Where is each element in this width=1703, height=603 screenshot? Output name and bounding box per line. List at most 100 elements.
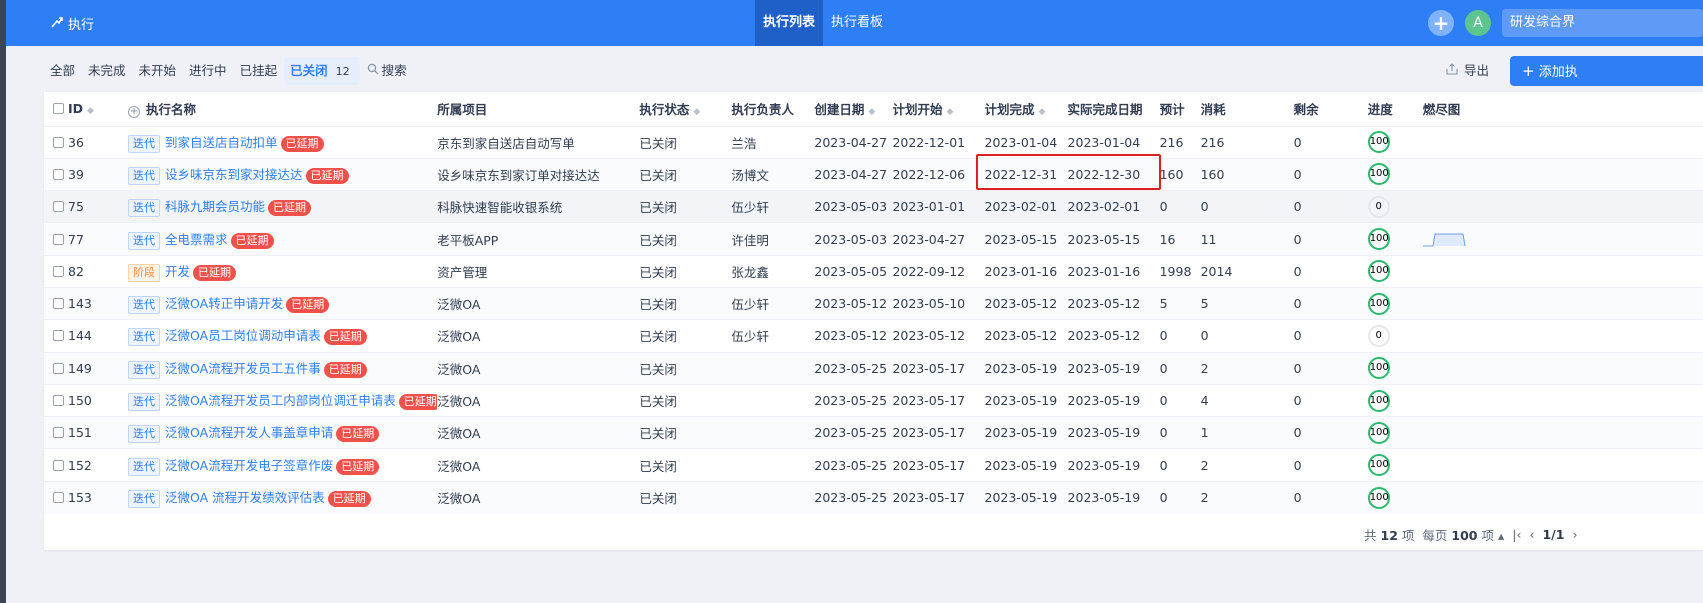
row-checkbox[interactable]	[53, 330, 64, 342]
execution-name-link[interactable]: 泛微OA 流程开发绩效评估表	[165, 490, 325, 505]
cell-burndown	[1422, 222, 1485, 256]
execution-name-link[interactable]: 到家自送店自动扣单	[165, 135, 278, 150]
table-row[interactable]: 144 迭代 泛微OA员工岗位调动申请表 已延期 泛微OA 已关闭 伍少轩 2023-05-1…	[44, 319, 1703, 353]
first-page-button[interactable]: |‹	[1512, 527, 1521, 542]
cell-created: 2023-05-12 1	[814, 319, 893, 353]
per-page-select[interactable]: 每页 100 项 ▴	[1422, 525, 1504, 544]
execution-name-link[interactable]: 泛微OA流程开发人事盖章申请	[165, 425, 333, 440]
table-row[interactable]: 150 迭代 泛微OA流程开发员工内部岗位调迁申请表 已延期 泛微OA 已关闭 2023-0…	[44, 383, 1703, 417]
row-checkbox[interactable]	[53, 265, 64, 277]
sort-icon[interactable]: ◆	[693, 107, 700, 117]
cell-estimate: 0	[1159, 448, 1201, 482]
col-project[interactable]: 所属项目	[437, 92, 639, 126]
col-left[interactable]: 剩余	[1294, 92, 1368, 126]
col-plan-start[interactable]: 计划开始 ◆	[892, 92, 984, 126]
col-burndown[interactable]: 燃尽图	[1423, 92, 1485, 126]
col-created[interactable]: 创建日期 ◆	[814, 92, 892, 126]
row-checkbox[interactable]	[53, 362, 64, 374]
cell-plan-start: 2023-05-17	[892, 416, 985, 449]
add-execution-label: 添加执	[1538, 65, 1578, 80]
execution-type-tag: 阶段	[128, 263, 161, 282]
cell-project: 泛微OA	[437, 383, 640, 417]
cell-progress: 0	[1367, 190, 1423, 223]
execution-name-link[interactable]: 泛微OA转正申请开发	[165, 296, 283, 311]
table-row[interactable]: 77 迭代 全电票需求 已延期 老平板APP 已关闭 许佳明 2023-05-03 1 2023…	[44, 222, 1703, 256]
sort-icon[interactable]: ◆	[946, 107, 953, 117]
search-button[interactable]: 搜索	[361, 57, 413, 85]
row-checkbox[interactable]	[53, 459, 64, 471]
row-checkbox[interactable]	[53, 395, 64, 407]
row-checkbox[interactable]	[53, 492, 64, 504]
execution-name-link[interactable]: 泛微OA流程开发电子签章作废	[165, 458, 333, 473]
row-checkbox[interactable]	[53, 201, 64, 213]
col-status[interactable]: 执行状态 ◆	[639, 92, 731, 126]
sort-icon[interactable]: ◆	[1039, 107, 1046, 117]
tab-execution-board[interactable]: 执行看板	[823, 0, 891, 46]
select-all-checkbox[interactable]	[53, 103, 64, 115]
execution-name-link[interactable]: 开发	[165, 264, 190, 279]
col-estimate[interactable]: 预计	[1160, 92, 1201, 126]
prev-page-button[interactable]: ‹	[1529, 527, 1534, 542]
sort-icon[interactable]: ◆	[868, 107, 875, 117]
col-actual-end[interactable]: 实际完成日期	[1068, 92, 1160, 126]
global-add-button[interactable]: +	[1428, 10, 1454, 36]
sort-icon[interactable]: ◆	[87, 106, 94, 116]
col-plan-end[interactable]: 计划完成 ◆	[985, 92, 1068, 126]
filter-suspended[interactable]: 已挂起	[234, 57, 284, 85]
export-button[interactable]: 导出	[1446, 58, 1489, 84]
cell-estimate: 0	[1159, 416, 1201, 449]
table-row[interactable]: 75 迭代 科脉九期会员功能 已延期 科脉快速智能收银系统 已关闭 伍少轩 2023-05-0…	[44, 190, 1703, 223]
table-row[interactable]: 152 迭代 泛微OA流程开发电子签章作废 已延期 泛微OA 已关闭 2023-05-25 …	[44, 448, 1703, 482]
left-edge-strip	[0, 0, 6, 603]
add-column-icon[interactable]: +	[128, 106, 141, 119]
table-row[interactable]: 143 迭代 泛微OA转正申请开发 已延期 泛微OA 已关闭 伍少轩 2023-05-12 1…	[44, 286, 1703, 320]
cell-status: 已关闭	[639, 351, 732, 385]
cell-name: 迭代 设乡味京东到家对接达达 已延期	[128, 157, 438, 191]
add-execution-button[interactable]: + 添加执	[1510, 56, 1703, 86]
table-row[interactable]: 151 迭代 泛微OA流程开发人事盖章申请 已延期 泛微OA 已关闭 2023-05-25 …	[44, 416, 1703, 449]
row-checkbox[interactable]	[53, 233, 64, 245]
col-consumed[interactable]: 消耗	[1201, 92, 1294, 126]
execution-name-link[interactable]: 科脉九期会员功能	[165, 199, 265, 214]
cell-progress: 100	[1367, 351, 1423, 385]
progress-ring: 100	[1367, 260, 1390, 283]
cell-status: 已关闭	[639, 416, 732, 449]
row-checkbox[interactable]	[53, 427, 64, 439]
cell-plan-start: 2022-12-06	[892, 157, 985, 191]
cell-actual-end: 2023-05-19	[1067, 383, 1160, 417]
col-owner[interactable]: 执行负责人	[731, 92, 814, 126]
table-row[interactable]: 149 迭代 泛微OA流程开发员工五件事 已延期 泛微OA 已关闭 2023-05-25 1…	[44, 351, 1703, 385]
avatar[interactable]: A	[1465, 10, 1491, 36]
table-row[interactable]: 82 阶段 开发 已延期 资产管理 已关闭 张龙鑫 2023-05-05 (2022-09-1…	[44, 254, 1703, 288]
tab-execution-list[interactable]: 执行列表	[755, 0, 824, 46]
table-row[interactable]: 153 迭代 泛微OA 流程开发绩效评估表 已延期 泛微OA 已关闭 2023-05-25 …	[44, 480, 1703, 514]
cell-created: 2023-05-03 1	[814, 190, 893, 223]
execution-name-link[interactable]: 设乡味京东到家对接达达	[165, 167, 303, 182]
next-page-button[interactable]: ›	[1572, 527, 1577, 542]
execution-name-link[interactable]: 泛微OA员工岗位调动申请表	[165, 328, 321, 343]
filter-unfinished[interactable]: 未完成	[82, 57, 132, 85]
execution-name-link[interactable]: 全电票需求	[165, 232, 228, 247]
delayed-badge: 已延期	[230, 232, 274, 249]
workspace-switcher[interactable]: 研发综合界	[1502, 9, 1703, 37]
row-checkbox[interactable]	[53, 298, 64, 310]
execution-name-link[interactable]: 泛微OA流程开发员工五件事	[165, 361, 321, 376]
filter-all[interactable]: 全部	[44, 57, 81, 85]
cell-name: 迭代 泛微OA员工岗位调动申请表 已延期	[128, 319, 438, 353]
filter-closed[interactable]: 已关闭 12	[284, 57, 360, 85]
execution-name-link[interactable]: 泛微OA流程开发员工内部岗位调迁申请表	[165, 393, 396, 408]
app-title[interactable]: 执行	[50, 14, 94, 33]
cell-progress: 100	[1367, 480, 1423, 514]
row-checkbox[interactable]	[53, 136, 64, 148]
cell-burndown	[1422, 254, 1485, 288]
table-row[interactable]: 39 迭代 设乡味京东到家对接达达 已延期 设乡味京东到家订单对接达达 已关闭 汤博文 202…	[44, 157, 1703, 191]
cell-name: 迭代 科脉九期会员功能 已延期	[128, 190, 438, 223]
row-checkbox[interactable]	[53, 168, 64, 180]
filter-not-started[interactable]: 未开始	[133, 57, 183, 85]
filter-in-progress[interactable]: 进行中	[183, 57, 233, 85]
cell-progress: 100	[1367, 222, 1423, 256]
col-progress[interactable]: 进度	[1368, 92, 1423, 126]
col-id[interactable]: ID ◆	[53, 92, 108, 126]
col-name[interactable]: + 执行名称	[128, 92, 437, 126]
table-row[interactable]: 36 迭代 到家自送店自动扣单 已延期 京东到家自送店自动写单 已关闭 兰浩 2023-04-…	[44, 125, 1703, 159]
